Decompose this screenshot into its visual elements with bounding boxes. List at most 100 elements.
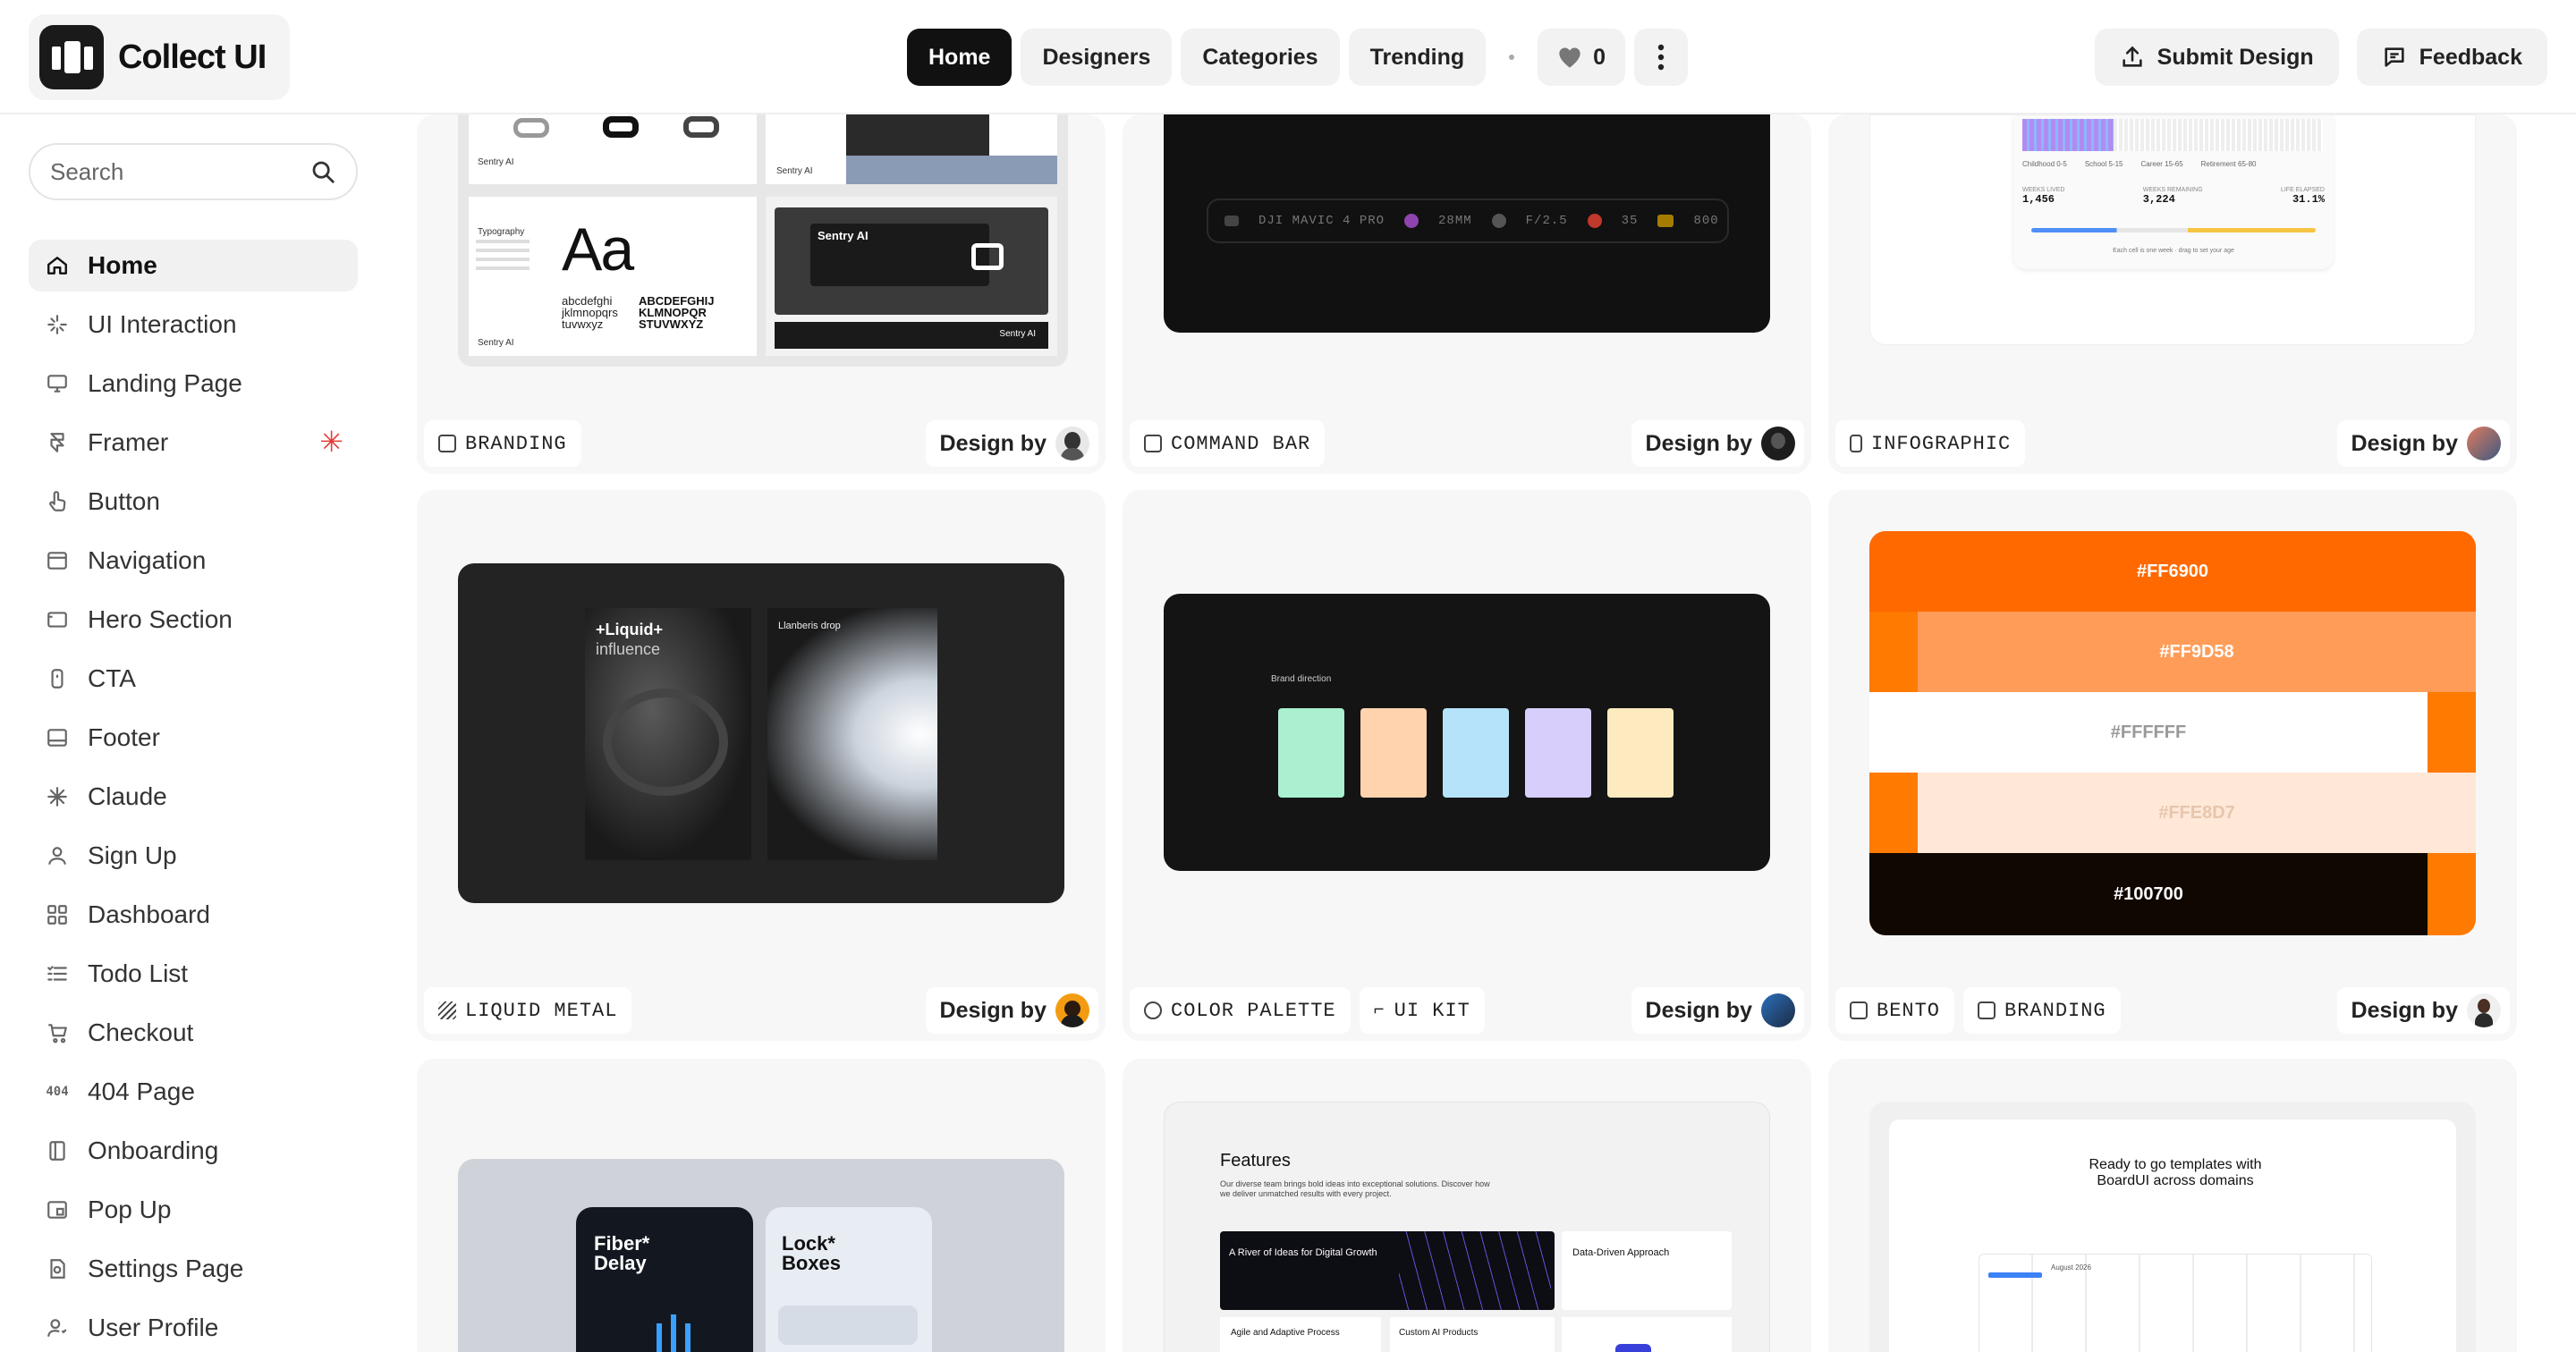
- user-profile-icon: [45, 1315, 70, 1340]
- design-by-link[interactable]: Design by: [925, 987, 1098, 1034]
- tag-ui-kit[interactable]: ⌐ UI KIT: [1359, 987, 1485, 1034]
- design-by-link[interactable]: Design by: [925, 420, 1098, 467]
- card-thumbnail[interactable]: Childhood 0-5 School 5-15 Career 15-65 R…: [1869, 114, 2476, 345]
- app-logo[interactable]: Collect UI: [29, 14, 290, 100]
- card-thumbnail[interactable]: Sentry AI Sentry AI Typography Aa abcdef…: [458, 114, 1068, 367]
- sidebar-item-ui-interaction[interactable]: UI Interaction: [29, 299, 358, 351]
- sidebar-item-home[interactable]: Home: [29, 240, 358, 292]
- sidebar-item-checkout[interactable]: Checkout: [29, 1007, 358, 1059]
- card-thumbnail[interactable]: +Liquid+ influence Llanberis drop: [458, 563, 1064, 903]
- sidebar-item-framer[interactable]: Framer ✳: [29, 417, 358, 469]
- search-box[interactable]: [29, 143, 358, 200]
- card-tags: COLOR PALETTE ⌐ UI KIT: [1130, 987, 1485, 1034]
- design-card[interactable]: Fiber* Delay Lock* Boxes: [417, 1059, 1106, 1352]
- card-thumbnail[interactable]: Ready to go templates with BoardUI acros…: [1869, 1102, 2476, 1352]
- design-card[interactable]: DJI MAVIC 4 PRO 28MM F/2.5 35 800 COMMAN…: [1123, 114, 1811, 474]
- category-list: Home UI Interaction Landing Page Framer …: [29, 240, 358, 1352]
- sidebar-item-claude[interactable]: Claude: [29, 771, 358, 823]
- sidebar-item-label: Home: [88, 251, 157, 279]
- design-by-label: Design by: [939, 997, 1046, 1023]
- sidebar-item-label: Landing Page: [88, 369, 242, 397]
- card-thumbnail[interactable]: #FF6900 #FF9D58 #FFFFFF #FFE8D7 #100700: [1869, 531, 2476, 935]
- avatar: [1761, 427, 1795, 461]
- design-card[interactable]: Brand direction COLOR PALETTE ⌐ UI KIT De…: [1123, 490, 1811, 1041]
- card-thumbnail[interactable]: Fiber* Delay Lock* Boxes: [458, 1159, 1064, 1352]
- nav-designers[interactable]: Designers: [1021, 29, 1173, 86]
- settings-icon: [45, 1256, 70, 1281]
- sidebar-item-sign-up[interactable]: Sign Up: [29, 830, 358, 882]
- sidebar-item-dashboard[interactable]: Dashboard: [29, 889, 358, 941]
- swatch-ff9d58: #FF9D58: [1918, 612, 2476, 692]
- sidebar-item-button[interactable]: Button: [29, 476, 358, 528]
- nav-separator: [1509, 55, 1515, 60]
- focal-length: 28MM: [1438, 214, 1472, 228]
- tag-label: COLOR PALETTE: [1171, 999, 1336, 1022]
- search-input[interactable]: [50, 157, 283, 186]
- tag-branding[interactable]: BRANDING: [424, 420, 581, 467]
- monitor-icon: [45, 371, 70, 396]
- nav-home[interactable]: Home: [907, 29, 1013, 86]
- design-card[interactable]: +Liquid+ influence Llanberis drop LIQUID…: [417, 490, 1106, 1041]
- likes-button[interactable]: 0: [1538, 29, 1626, 86]
- sidebar-item-onboarding[interactable]: Onboarding: [29, 1125, 358, 1177]
- tag-label: BENTO: [1877, 999, 1941, 1022]
- tag-liquid-metal[interactable]: LIQUID METAL: [424, 987, 632, 1034]
- sidebar-item-footer[interactable]: Footer: [29, 712, 358, 764]
- sidebar-item-cta[interactable]: CTA: [29, 653, 358, 705]
- design-card[interactable]: Childhood 0-5 School 5-15 Career 15-65 R…: [1828, 114, 2517, 474]
- book-icon: [45, 1138, 70, 1163]
- feedback-button[interactable]: Feedback: [2356, 29, 2547, 86]
- sidebar-item-landing-page[interactable]: Landing Page: [29, 358, 358, 410]
- sidebar-item-label: Navigation: [88, 546, 207, 574]
- card-thumbnail[interactable]: Brand direction: [1164, 594, 1770, 871]
- user-icon: [45, 843, 70, 868]
- shutter-value: 35: [1621, 214, 1639, 228]
- design-card[interactable]: Ready to go templates with BoardUI acros…: [1828, 1059, 2517, 1352]
- sidebar-item-pop-up[interactable]: Pop Up: [29, 1184, 358, 1236]
- sidebar-item-navigation[interactable]: Navigation: [29, 535, 358, 587]
- card-thumbnail[interactable]: Features Our diverse team brings bold id…: [1164, 1102, 1770, 1352]
- tag-command-bar[interactable]: COMMAND BAR: [1130, 420, 1326, 467]
- nav-trending[interactable]: Trending: [1348, 29, 1487, 86]
- sidebar-item-label: Todo List: [88, 959, 189, 987]
- logo-mark-icon: [39, 25, 104, 89]
- palette-swatch-card: [1607, 708, 1674, 798]
- sidebar-item-404-page[interactable]: 404 404 Page: [29, 1066, 358, 1118]
- swatch-label: #FFFFFF: [2110, 722, 2187, 742]
- design-card[interactable]: #FF6900 #FF9D58 #FFFFFF #FFE8D7 #100700 …: [1828, 490, 2517, 1041]
- search-icon[interactable]: [309, 158, 336, 185]
- palette-title: Brand direction: [1271, 674, 1332, 684]
- sidebar-item-settings-page[interactable]: Settings Page: [29, 1243, 358, 1295]
- sidebar-item-label: Footer: [88, 723, 160, 751]
- card-tags: COMMAND BAR: [1130, 420, 1326, 467]
- sidebar-item-hero-section[interactable]: Hero Section: [29, 594, 358, 646]
- tag-color-palette[interactable]: COLOR PALETTE: [1130, 987, 1351, 1034]
- design-by-link[interactable]: Design by: [2336, 420, 2510, 467]
- design-by-link[interactable]: Design by: [2336, 987, 2510, 1034]
- 404-icon: 404: [46, 1085, 69, 1099]
- tag-infographic[interactable]: INFOGRAPHIC: [1835, 420, 2026, 467]
- hero-icon: [45, 607, 70, 632]
- infographic-caption: Each cell is one week · drag to set your…: [2113, 248, 2234, 254]
- tag-branding[interactable]: BRANDING: [1963, 987, 2121, 1034]
- sidebar-item-todo-list[interactable]: Todo List: [29, 948, 358, 1000]
- liquid-title: +Liquid+: [596, 621, 664, 638]
- more-menu-button[interactable]: [1634, 29, 1689, 86]
- tag-label: BRANDING: [2004, 999, 2106, 1022]
- cube-icon: [438, 435, 456, 452]
- design-card[interactable]: Sentry AI Sentry AI Typography Aa abcdef…: [417, 114, 1106, 474]
- sidebar-item-label: Settings Page: [88, 1255, 244, 1282]
- cta-icon: [45, 666, 70, 691]
- sidebar-item-user-profile[interactable]: User Profile: [29, 1302, 358, 1352]
- tag-bento[interactable]: BENTO: [1835, 987, 1955, 1034]
- submit-design-button[interactable]: Submit Design: [2094, 29, 2339, 86]
- sidebar-item-label: Claude: [88, 782, 167, 810]
- design-card[interactable]: Features Our diverse team brings bold id…: [1123, 1059, 1811, 1352]
- design-by-link[interactable]: Design by: [1631, 420, 1804, 467]
- liquid-subtitle: influence: [596, 640, 661, 658]
- design-by-link[interactable]: Design by: [1631, 987, 1804, 1034]
- card-thumbnail[interactable]: DJI MAVIC 4 PRO 28MM F/2.5 35 800: [1164, 114, 1770, 333]
- sparkle-icon: [45, 312, 70, 337]
- nav-categories[interactable]: Categories: [1181, 29, 1340, 86]
- avatar: [1055, 993, 1089, 1027]
